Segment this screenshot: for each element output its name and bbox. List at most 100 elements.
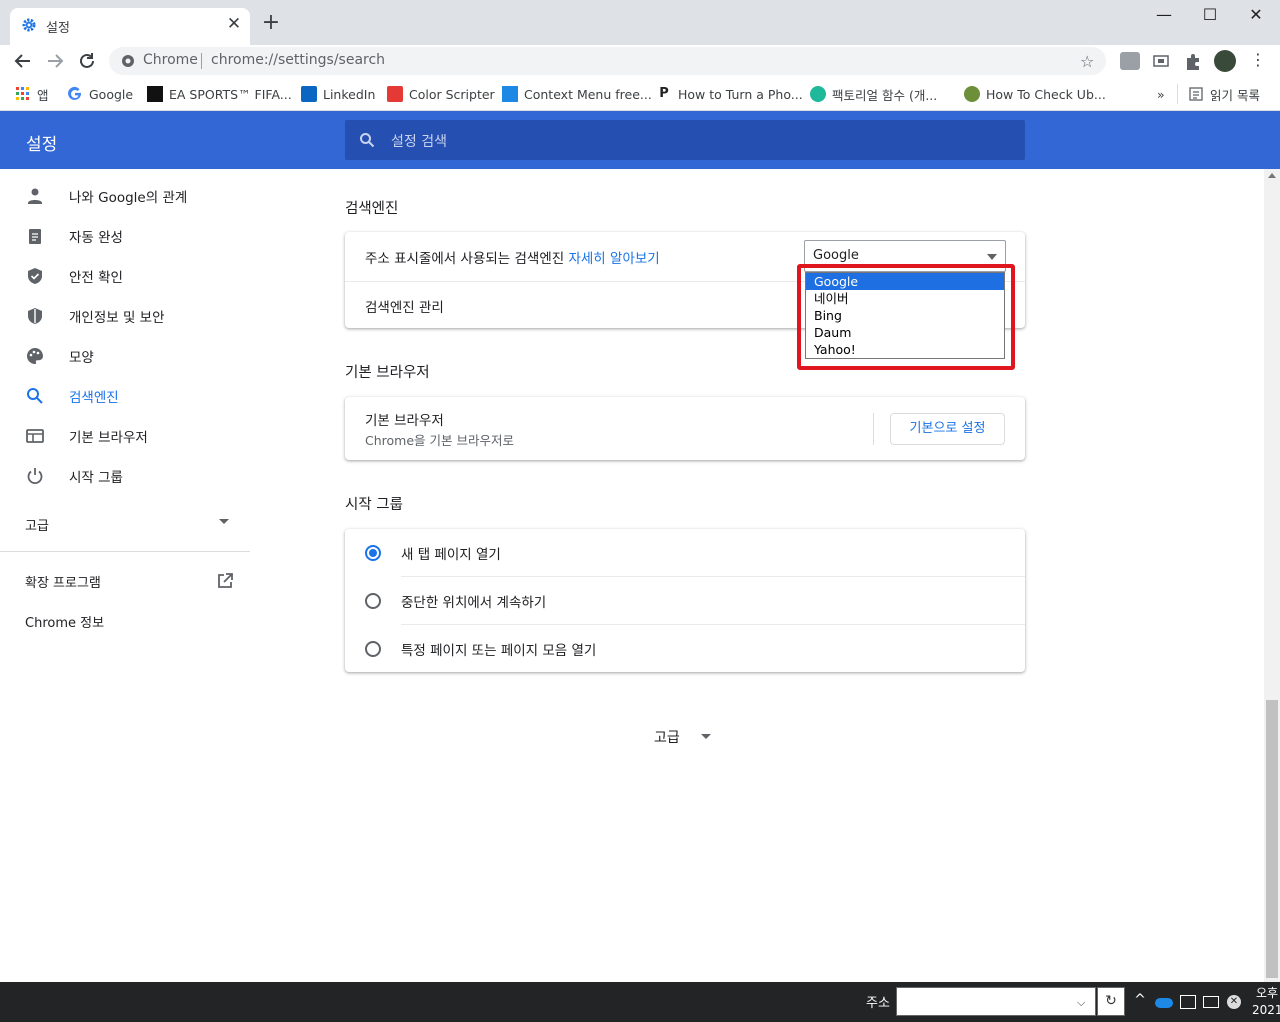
- radio-label[interactable]: 새 탭 페이지 열기: [401, 543, 501, 563]
- settings-header: 설정 설정 검색: [0, 111, 1280, 169]
- menu-kebab-icon[interactable]: ⋮: [1250, 50, 1266, 69]
- reading-list-icon: [1189, 87, 1203, 101]
- bookmarks-bar: 앱 Google EA SPORTS™ FIFA... LinkedIn Col…: [0, 78, 1280, 111]
- network-icon[interactable]: [1203, 996, 1219, 1008]
- sidebar-advanced[interactable]: 고급: [25, 515, 49, 534]
- radio-continue[interactable]: [365, 593, 381, 609]
- puzzle-extensions-icon[interactable]: [1183, 52, 1203, 70]
- reading-list-label: 읽기 목록: [1210, 87, 1260, 103]
- ea-sports-icon: [147, 86, 163, 102]
- color-scripter-icon: [387, 86, 403, 102]
- person-icon: [28, 188, 42, 204]
- sidebar-item-default-browser[interactable]: 기본 브라우저: [0, 415, 250, 455]
- bookmark-label: Color Scripter: [409, 86, 495, 102]
- row-divider: [401, 576, 1025, 577]
- omnibox-site-name: Chrome: [143, 52, 198, 68]
- search-engine-description: 주소 표시줄에서 사용되는 검색엔진: [365, 251, 569, 267]
- sidebar-about-chrome[interactable]: Chrome 정보: [25, 612, 104, 631]
- maximize-button[interactable]: ☐: [1187, 0, 1233, 30]
- bookmark-color-scripter[interactable]: Color Scripter: [387, 84, 495, 104]
- reload-icon[interactable]: [76, 50, 98, 72]
- bookmark-context-menu[interactable]: Context Menu free...: [502, 84, 652, 104]
- bookmark-ea-sports[interactable]: EA SPORTS™ FIFA...: [147, 84, 292, 104]
- sidebar-item-label: 자동 완성: [69, 230, 123, 246]
- scroll-up-arrow-icon[interactable]: [1264, 169, 1280, 183]
- default-browser-card: 기본 브라우저 Chrome을 기본 브라우저로 기본으로 설정: [345, 397, 1025, 460]
- vertical-divider: [873, 413, 874, 445]
- taskbar-address-input[interactable]: ⌵: [896, 987, 1096, 1016]
- advanced-toggle[interactable]: 고급: [654, 727, 680, 747]
- sidebar-item-you-and-google[interactable]: 나와 Google의 관계: [0, 175, 250, 215]
- sidebar-item-autofill[interactable]: 자동 완성: [0, 215, 250, 255]
- close-window-button[interactable]: ✕: [1233, 0, 1279, 30]
- settings-search-input[interactable]: 설정 검색: [345, 120, 1025, 160]
- bookmark-factorial[interactable]: 팩토리얼 함수 (개...: [810, 84, 937, 104]
- default-browser-title: 기본 브라우저: [365, 413, 444, 429]
- tab-settings[interactable]: 설정 ✕: [10, 8, 250, 45]
- bookmark-apps[interactable]: 앱: [15, 84, 49, 104]
- new-tab-button[interactable]: +: [260, 12, 282, 34]
- scrollbar-thumb[interactable]: [1266, 700, 1278, 978]
- sidebar-item-label: 나와 Google의 관계: [69, 190, 188, 206]
- sidebar-item-on-startup[interactable]: 시작 그룹: [0, 455, 250, 495]
- bookmark-how-to-turn[interactable]: P How to Turn a Pho...: [656, 84, 803, 104]
- bookmark-how-to-check[interactable]: How To Check Ub...: [964, 84, 1106, 104]
- sidebar-item-label: 검색엔진: [69, 390, 119, 406]
- tray-app-icon[interactable]: [1180, 995, 1196, 1009]
- chevron-down-icon[interactable]: [701, 734, 711, 739]
- address-bar[interactable]: Chrome chrome://settings/search ☆: [109, 47, 1106, 75]
- cast-icon[interactable]: [1151, 52, 1171, 70]
- power-icon: [27, 468, 43, 485]
- browser-window-icon: [26, 429, 44, 443]
- select-value: Google: [813, 248, 859, 263]
- radio-new-tab[interactable]: [365, 545, 381, 561]
- extension-box-icon[interactable]: [1120, 52, 1140, 70]
- bookmark-label: Google: [89, 86, 134, 102]
- sidebar-item-search-engine[interactable]: 검색엔진: [0, 375, 250, 415]
- gear-site-icon: [964, 86, 980, 102]
- bookmark-star-icon[interactable]: ☆: [1080, 52, 1094, 71]
- bookmark-linkedin[interactable]: LinkedIn: [301, 84, 375, 104]
- radio-label[interactable]: 특정 페이지 또는 페이지 모음 열기: [401, 639, 596, 659]
- forward-arrow-icon[interactable]: [44, 50, 66, 72]
- sidebar-extensions[interactable]: 확장 프로그램: [25, 572, 101, 591]
- tray-up-arrow-icon[interactable]: ^: [1132, 992, 1148, 1012]
- taskbar-address-label: 주소: [866, 996, 890, 1011]
- omnibox-separator: [201, 53, 202, 69]
- bookmarks-divider: [1177, 84, 1178, 104]
- bookmarks-overflow-button[interactable]: »: [1157, 84, 1165, 104]
- sidebar-item-safety-check[interactable]: 안전 확인: [0, 255, 250, 295]
- reading-list-button[interactable]: 읽기 목록: [1188, 84, 1260, 104]
- chrome-site-icon[interactable]: [121, 54, 135, 68]
- open-in-new-icon[interactable]: [216, 572, 234, 590]
- section-heading-search-engine: 검색엔진: [345, 201, 399, 217]
- close-tab-icon[interactable]: ✕: [223, 13, 245, 35]
- omnibox-url[interactable]: chrome://settings/search: [211, 52, 385, 68]
- minimize-button[interactable]: —: [1141, 0, 1187, 30]
- learn-more-link[interactable]: 자세히 알아보기: [568, 251, 659, 267]
- bookmark-google[interactable]: Google: [67, 84, 133, 104]
- back-arrow-icon[interactable]: [12, 50, 34, 72]
- tab-title: 설정: [46, 21, 70, 36]
- radio-specific-pages[interactable]: [365, 641, 381, 657]
- chevron-down-icon: [987, 254, 997, 260]
- onedrive-cloud-icon[interactable]: [1155, 998, 1173, 1008]
- clock-period: 오후: [1256, 986, 1279, 1000]
- sidebar-item-privacy-security[interactable]: 개인정보 및 보안: [0, 295, 250, 335]
- sidebar-item-appearance[interactable]: 모양: [0, 335, 250, 375]
- make-default-button[interactable]: 기본으로 설정: [890, 413, 1005, 445]
- linkedin-icon: [301, 86, 317, 102]
- taskbar-go-button[interactable]: ↻: [1097, 987, 1125, 1016]
- factorial-icon: [810, 86, 826, 102]
- search-placeholder: 설정 검색: [391, 134, 447, 150]
- chevron-down-icon[interactable]: [219, 519, 229, 524]
- bookmark-label: How To Check Ub...: [986, 86, 1106, 102]
- sidebar-divider: [0, 551, 250, 552]
- manage-search-engines[interactable]: 검색엔진 관리: [365, 296, 444, 316]
- chevron-down-icon[interactable]: ⌵: [1077, 996, 1085, 1010]
- mute-icon[interactable]: ✕: [1227, 995, 1241, 1009]
- profile-avatar[interactable]: [1214, 50, 1236, 72]
- bookmark-label: How to Turn a Pho...: [678, 86, 803, 102]
- radio-label[interactable]: 중단한 위치에서 계속하기: [401, 591, 546, 611]
- default-browser-subtitle: Chrome을 기본 브라우저로: [365, 433, 514, 448]
